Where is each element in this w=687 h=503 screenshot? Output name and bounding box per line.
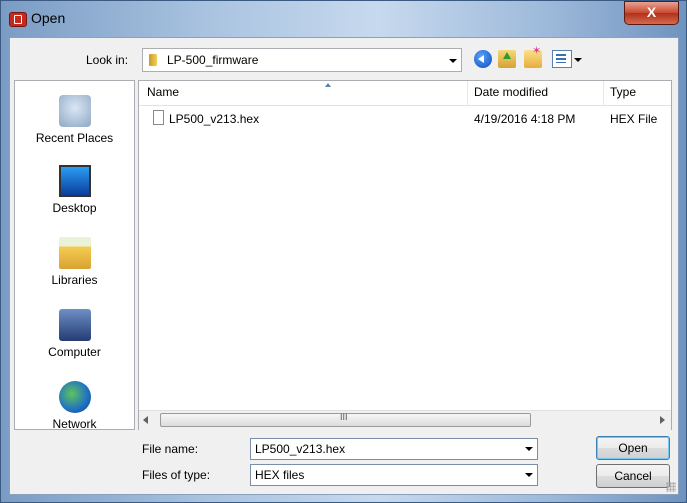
file-type-label: Files of type: [142,468,211,482]
file-icon [153,110,164,125]
desktop-icon [59,165,91,197]
place-label: Network [52,417,97,431]
file-name-field[interactable]: LP500_v213.hex [250,438,538,460]
column-header-type[interactable]: Type [610,85,636,99]
place-label: Libraries [51,273,98,287]
chevron-down-icon[interactable] [574,58,582,62]
dialog-body: Look in: LP-500_firmware Recent Places D… [9,37,679,495]
place-desktop[interactable]: Desktop [15,161,134,231]
look-in-label: Look in: [86,53,129,67]
file-type: HEX File [610,112,658,126]
look-in-value: LP-500_firmware [167,53,259,67]
recent-places-icon [59,95,91,127]
place-computer[interactable]: Computer [15,305,134,375]
place-libraries[interactable]: Libraries [15,233,134,303]
window-title: Open [31,10,66,26]
file-name-label: File name: [142,442,199,456]
column-header-date-modified[interactable]: Date modified [474,85,548,99]
folder-icon [149,54,157,66]
app-icon [9,12,27,27]
new-folder-icon[interactable] [524,44,542,68]
column-header-row: Name Date modified Type [139,81,671,106]
scroll-grip: III [340,412,348,422]
column-header-name[interactable]: Name [147,85,179,99]
chevron-down-icon[interactable] [525,473,533,477]
open-dialog: Open X Look in: LP-500_firmware Recent P… [0,0,687,503]
place-label: Computer [48,345,101,359]
file-date-modified: 4/19/2016 4:18 PM [474,112,576,126]
computer-icon [59,309,91,341]
column-divider[interactable] [467,81,468,105]
libraries-icon [59,237,91,269]
place-label: Recent Places [35,131,114,145]
cancel-button[interactable]: Cancel [596,464,670,488]
scroll-left-icon[interactable] [143,416,148,424]
open-button[interactable]: Open [596,436,670,460]
title-bar[interactable]: Open X [1,1,686,37]
up-folder-icon[interactable] [498,50,516,68]
scroll-thumb[interactable]: III [160,412,531,427]
back-icon[interactable] [474,50,492,68]
file-list: Name Date modified Type LP500_v213.hex 4… [138,80,672,430]
place-label: Desktop [52,201,97,215]
look-in-dropdown[interactable]: LP-500_firmware [142,48,462,72]
file-type-dropdown[interactable]: HEX files [250,464,538,486]
sort-ascending-icon [325,83,331,87]
chevron-down-icon [449,59,457,63]
file-row[interactable]: LP500_v213.hex 4/19/2016 4:18 PM HEX Fil… [139,109,671,129]
file-name: LP500_v213.hex [169,112,260,126]
horizontal-scrollbar[interactable]: III [139,410,671,430]
column-divider[interactable] [603,81,604,105]
places-bar: Recent Places Desktop Libraries Computer… [14,80,135,431]
place-recent-places[interactable]: Recent Places [15,91,134,161]
file-type-value: HEX files [255,468,305,482]
scroll-right-icon[interactable] [660,416,665,424]
file-name-value: LP500_v213.hex [255,442,346,456]
place-network[interactable]: Network [15,377,134,447]
resize-grip[interactable] [666,482,676,492]
chevron-down-icon[interactable] [525,447,533,451]
network-icon [59,381,91,413]
close-button[interactable]: X [624,1,679,25]
views-menu-icon[interactable] [552,50,572,68]
